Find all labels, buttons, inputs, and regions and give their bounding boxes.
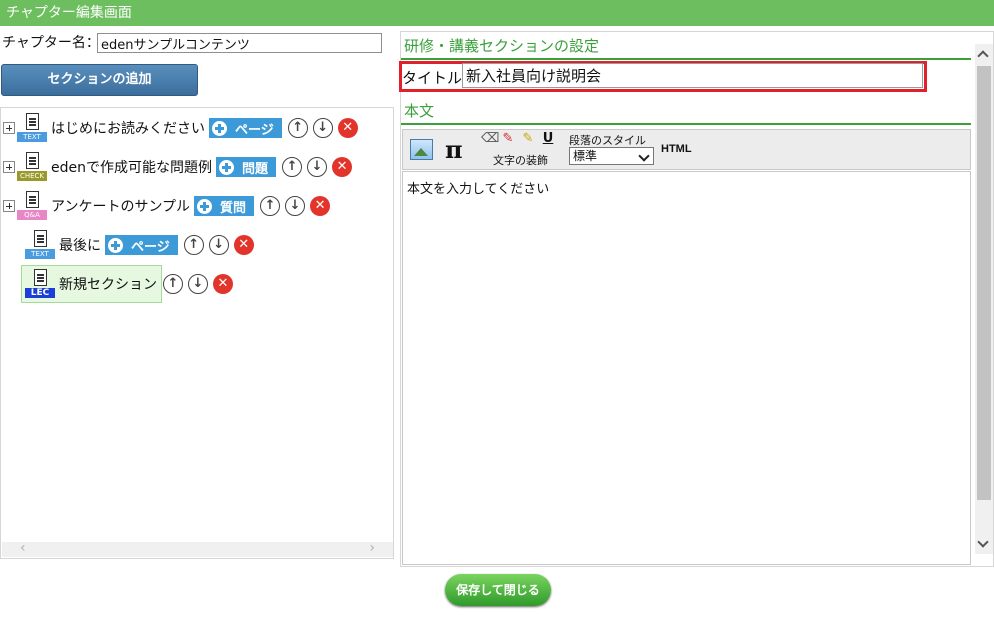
window-title-bar: チャプター編集画面 (0, 0, 994, 26)
plus-icon (197, 198, 213, 214)
chapter-name-input[interactable] (97, 33, 382, 53)
pen-color-icon[interactable]: ✎ (501, 131, 515, 147)
section-settings-heading: 研修・講義セクションの設定 (404, 37, 600, 55)
move-down-icon[interactable]: ↓ (307, 157, 328, 177)
scroll-down-icon[interactable] (977, 536, 989, 548)
expand-icon[interactable] (3, 122, 15, 134)
add-page-button[interactable]: ページ (105, 235, 178, 255)
add-section-button[interactable]: セクションの追加 (1, 64, 198, 96)
move-up-icon[interactable]: ↑ (163, 274, 183, 294)
save-and-close-button[interactable]: 保存して閉じる (445, 574, 551, 606)
scroll-right-icon[interactable]: › (369, 540, 375, 556)
plus-icon (212, 120, 227, 136)
tree-item-label[interactable]: 最後に (59, 235, 101, 255)
editor-toolbar: π ⌫ ✎ ✎ U 文字の装飾 段落のスタイル 標準 HTML (402, 129, 971, 170)
move-down-icon[interactable]: ↓ (208, 235, 229, 255)
underline-icon[interactable]: U (541, 131, 555, 147)
body-divider (401, 123, 971, 125)
add-page-button[interactable]: ページ (209, 118, 282, 138)
add-survey-question-button[interactable]: 質問 (194, 196, 255, 216)
chapter-name-label: チャプター名： (2, 35, 100, 51)
eraser-icon[interactable]: ⌫ (481, 131, 499, 147)
delete-icon[interactable]: ✕ (337, 118, 358, 138)
qa-document-icon: Q&A (17, 191, 47, 221)
tree-item-label[interactable]: はじめにお読みください (51, 118, 205, 138)
scroll-thumb[interactable] (977, 66, 991, 500)
move-up-icon[interactable]: ↑ (260, 196, 281, 216)
tree-horizontal-scrollbar[interactable]: ‹ › (2, 540, 393, 557)
scroll-left-icon[interactable]: ‹ (20, 540, 26, 556)
paragraph-style-select[interactable]: 標準 (569, 147, 654, 165)
title-input[interactable] (462, 63, 923, 88)
body-heading: 本文 (404, 102, 435, 120)
expand-icon[interactable] (3, 161, 15, 173)
insert-image-icon[interactable] (410, 139, 433, 160)
tree-item-label[interactable]: edenで作成可能な問題例 (51, 157, 212, 177)
tree-item[interactable]: Q&A アンケートのサンプル 質問 ↑ ↓ ✕ (3, 191, 331, 221)
panel-vertical-scrollbar[interactable] (975, 44, 993, 554)
body-placeholder: 本文を入力してください (407, 182, 550, 197)
lecture-document-icon: LEC (25, 269, 55, 299)
tree-item[interactable]: TEXT 最後に ページ ↑ ↓ ✕ (25, 230, 254, 260)
move-up-icon[interactable]: ↑ (183, 235, 204, 255)
move-down-icon[interactable]: ↓ (188, 274, 208, 294)
move-down-icon[interactable]: ↓ (312, 118, 333, 138)
move-up-icon[interactable]: ↑ (287, 118, 308, 138)
title-label: タイトル: (402, 69, 468, 87)
plus-icon (108, 237, 123, 253)
tree-item-label[interactable]: アンケートのサンプル (51, 196, 190, 216)
body-editor[interactable]: 本文を入力してください (402, 171, 971, 565)
move-up-icon[interactable]: ↑ (282, 157, 303, 177)
text-decoration-group: ⌫ ✎ ✎ U (481, 131, 555, 147)
delete-icon[interactable]: ✕ (310, 196, 331, 216)
check-document-icon: CHECK (17, 152, 47, 182)
tree-item[interactable]: TEXT はじめにお読みください ページ ↑ ↓ ✕ (3, 113, 358, 143)
tree-item[interactable]: CHECK edenで作成可能な問題例 問題 ↑ ↓ ✕ (3, 152, 353, 182)
heading-divider (401, 58, 971, 60)
text-document-icon: TEXT (25, 230, 55, 260)
expand-icon[interactable] (3, 200, 15, 212)
tree-item-selected[interactable]: LEC 新規セクション ↑ ↓ ✕ (25, 269, 233, 299)
move-down-icon[interactable]: ↓ (285, 196, 306, 216)
scroll-up-icon[interactable] (977, 50, 989, 62)
insert-formula-icon[interactable]: π (445, 135, 463, 164)
html-mode-button[interactable]: HTML (661, 143, 692, 155)
add-question-button[interactable]: 問題 (216, 157, 277, 177)
plus-icon (219, 159, 234, 175)
delete-icon[interactable]: ✕ (213, 274, 233, 294)
tree-item-label[interactable]: 新規セクション (59, 274, 157, 294)
window-title: チャプター編集画面 (6, 5, 132, 21)
delete-icon[interactable]: ✕ (233, 235, 254, 255)
paragraph-style-label: 段落のスタイル (569, 134, 646, 147)
text-document-icon: TEXT (17, 113, 47, 143)
delete-icon[interactable]: ✕ (332, 157, 353, 177)
highlighter-icon[interactable]: ✎ (521, 131, 535, 147)
text-decoration-label: 文字の装飾 (493, 154, 548, 167)
